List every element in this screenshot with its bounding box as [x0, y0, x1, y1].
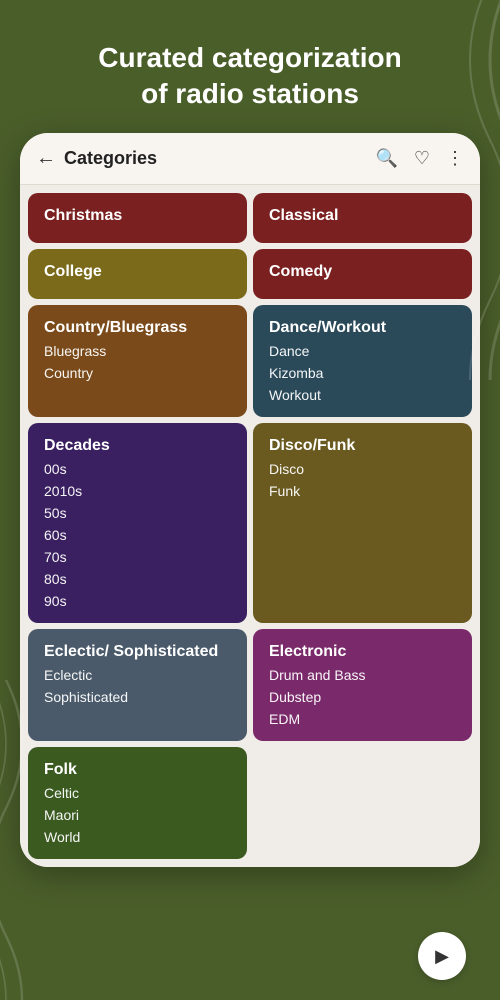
category-sub-bluegrass[interactable]: Bluegrass	[44, 343, 231, 359]
category-label-christmas: Christmas	[44, 207, 231, 225]
category-sub-kizomba[interactable]: Kizomba	[269, 365, 456, 381]
category-item-college[interactable]: College	[28, 249, 247, 299]
category-sub-90s[interactable]: 90s	[44, 593, 231, 609]
category-label-eclectic: Eclectic/ Sophisticated	[44, 643, 231, 661]
category-sub-70s[interactable]: 70s	[44, 549, 231, 565]
category-label-decades: Decades	[44, 437, 231, 455]
category-label-electronic: Electronic	[269, 643, 456, 661]
category-sub-disco[interactable]: Disco	[269, 461, 456, 477]
category-sub-00s[interactable]: 00s	[44, 461, 231, 477]
category-sub-maori[interactable]: Maori	[44, 807, 231, 823]
category-label-disco-funk: Disco/Funk	[269, 437, 456, 455]
category-sub-edm[interactable]: EDM	[269, 711, 456, 727]
category-label-country-bluegrass: Country/Bluegrass	[44, 319, 231, 337]
category-sub-funk[interactable]: Funk	[269, 483, 456, 499]
category-label-college: College	[44, 263, 231, 281]
category-item-christmas[interactable]: Christmas	[28, 193, 247, 243]
category-sub-world[interactable]: World	[44, 829, 231, 845]
category-item-disco-funk[interactable]: Disco/Funk Disco Funk	[253, 423, 472, 623]
category-sub-dubstep[interactable]: Dubstep	[269, 689, 456, 705]
category-sub-eclectic[interactable]: Eclectic	[44, 667, 231, 683]
category-sub-workout[interactable]: Workout	[269, 387, 456, 403]
category-sub-drum-and-bass[interactable]: Drum and Bass	[269, 667, 456, 683]
category-sub-50s[interactable]: 50s	[44, 505, 231, 521]
fab-play-icon: ▶	[435, 946, 449, 967]
category-sub-sophisticated[interactable]: Sophisticated	[44, 689, 231, 705]
category-sub-80s[interactable]: 80s	[44, 571, 231, 587]
category-sub-dance[interactable]: Dance	[269, 343, 456, 359]
category-sub-country[interactable]: Country	[44, 365, 231, 381]
category-sub-60s[interactable]: 60s	[44, 527, 231, 543]
category-item-electronic[interactable]: Electronic Drum and Bass Dubstep EDM	[253, 629, 472, 741]
categories-title: Categories	[64, 148, 375, 169]
fab-button[interactable]: ▶	[418, 932, 466, 980]
category-item-country-bluegrass[interactable]: Country/Bluegrass Bluegrass Country	[28, 305, 247, 417]
category-item-decades[interactable]: Decades 00s 2010s 50s 60s 70s 80s 90s	[28, 423, 247, 623]
back-button[interactable]: ←	[36, 147, 56, 170]
category-sub-2010s[interactable]: 2010s	[44, 483, 231, 499]
category-sub-celtic[interactable]: Celtic	[44, 785, 231, 801]
